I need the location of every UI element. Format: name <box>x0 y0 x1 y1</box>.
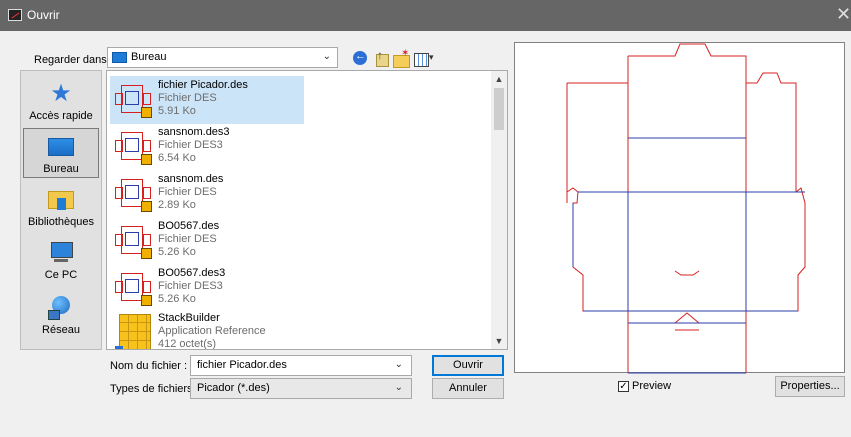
place-desktop[interactable]: Bureau <box>23 128 99 178</box>
file-type: Fichier DES3 <box>158 139 223 151</box>
scroll-down-icon[interactable]: ▼ <box>491 333 507 349</box>
place-quick-access[interactable]: ★ Accès rapide <box>23 76 99 126</box>
scroll-up-icon[interactable]: ▲ <box>491 71 507 87</box>
file-list[interactable]: fichier Picador.des Fichier DES 5.91 Ko … <box>106 70 508 350</box>
chevron-down-icon[interactable] <box>395 382 403 393</box>
list-item[interactable]: sansnom.des Fichier DES 2.89 Ko <box>110 170 304 218</box>
file-type: Fichier DES <box>158 233 217 245</box>
filetype-label: Types de fichiers : <box>110 383 199 395</box>
libraries-icon <box>48 191 74 210</box>
file-type: Fichier DES <box>158 186 217 198</box>
place-libraries[interactable]: Bibliothèques <box>23 182 99 232</box>
lookin-combo[interactable]: Bureau <box>107 47 338 68</box>
new-folder-icon[interactable] <box>392 48 410 68</box>
file-name: fichier Picador.des <box>158 79 248 91</box>
file-name: sansnom.des3 <box>158 126 230 138</box>
file-size: 5.26 Ko <box>158 246 196 258</box>
filename-value: fichier Picador.des <box>197 359 287 371</box>
filetype-value: Picador (*.des) <box>197 382 270 394</box>
chevron-down-icon[interactable] <box>323 51 331 62</box>
properties-button[interactable]: Properties... <box>775 376 845 397</box>
vertical-scrollbar[interactable]: ▲ ▼ <box>491 71 507 349</box>
file-size: 412 octet(s) <box>158 338 217 350</box>
file-size: 5.26 Ko <box>158 293 196 305</box>
cancel-button[interactable]: Annuler <box>432 378 504 399</box>
list-item[interactable]: fichier Picador.des Fichier DES 5.91 Ko <box>110 76 304 124</box>
place-this-pc[interactable]: Ce PC <box>23 235 99 285</box>
list-item[interactable]: StackBuilder Application Reference 412 o… <box>110 309 304 350</box>
file-name: sansnom.des <box>158 173 224 185</box>
star-icon: ★ <box>50 80 72 107</box>
box-design-preview <box>566 43 806 374</box>
scroll-thumb[interactable] <box>494 88 504 130</box>
file-size: 2.89 Ko <box>158 199 196 211</box>
file-type: Fichier DES3 <box>158 280 223 292</box>
desktop-folder-icon <box>112 52 127 63</box>
file-name: StackBuilder <box>158 312 220 324</box>
up-folder-icon[interactable] <box>373 48 391 68</box>
filename-input[interactable]: fichier Picador.des <box>190 355 412 376</box>
back-icon[interactable] <box>352 50 370 68</box>
place-label: Bureau <box>43 163 79 175</box>
box-design-thumbnail <box>113 173 157 215</box>
file-type: Application Reference <box>158 325 266 337</box>
close-icon[interactable]: ✕ <box>836 5 850 23</box>
computer-icon <box>48 241 74 265</box>
place-label: Bibliothèques <box>27 216 95 228</box>
preview-checkbox[interactable]: ✓ <box>618 381 629 392</box>
lookin-label: Regarder dans : <box>34 54 113 66</box>
place-label: Réseau <box>42 324 80 336</box>
open-button[interactable]: Ouvrir <box>432 355 504 376</box>
places-bar: ★ Accès rapide Bureau Bibliothèques Ce P… <box>20 70 102 350</box>
filename-label: Nom du fichier : <box>110 360 188 372</box>
chevron-down-icon[interactable] <box>395 359 403 370</box>
place-network[interactable]: Réseau <box>23 290 99 340</box>
box-design-thumbnail <box>113 267 157 309</box>
stackbuilder-icon <box>113 312 157 349</box>
network-icon <box>48 296 74 320</box>
fold-lines <box>572 137 805 374</box>
lookin-value: Bureau <box>131 51 167 63</box>
desktop-icon <box>48 138 74 156</box>
box-design-thumbnail <box>113 79 157 121</box>
preview-pane <box>514 42 845 374</box>
file-name: BO0567.des3 <box>158 267 226 279</box>
filetype-select[interactable]: Picador (*.des) <box>190 378 412 399</box>
cut-lines <box>566 43 806 373</box>
file-size: 5.91 Ko <box>158 105 196 117</box>
place-label: Ce PC <box>44 269 78 281</box>
view-menu-icon[interactable] <box>413 50 437 68</box>
list-item[interactable]: sansnom.des3 Fichier DES3 6.54 Ko <box>110 123 304 171</box>
app-icon <box>8 9 22 21</box>
box-design-thumbnail <box>113 220 157 262</box>
list-item[interactable]: BO0567.des3 Fichier DES3 5.26 Ko <box>110 264 304 312</box>
box-design-thumbnail <box>113 126 157 168</box>
title-bar: Ouvrir ✕ <box>0 0 851 31</box>
file-type: Fichier DES <box>158 92 217 104</box>
list-item[interactable]: BO0567.des Fichier DES 5.26 Ko <box>110 217 304 265</box>
place-label: Accès rapide <box>29 110 93 122</box>
file-name: BO0567.des <box>158 220 220 232</box>
preview-label: Preview <box>632 380 672 392</box>
window-title: Ouvrir <box>27 8 60 22</box>
file-size: 6.54 Ko <box>158 152 196 164</box>
